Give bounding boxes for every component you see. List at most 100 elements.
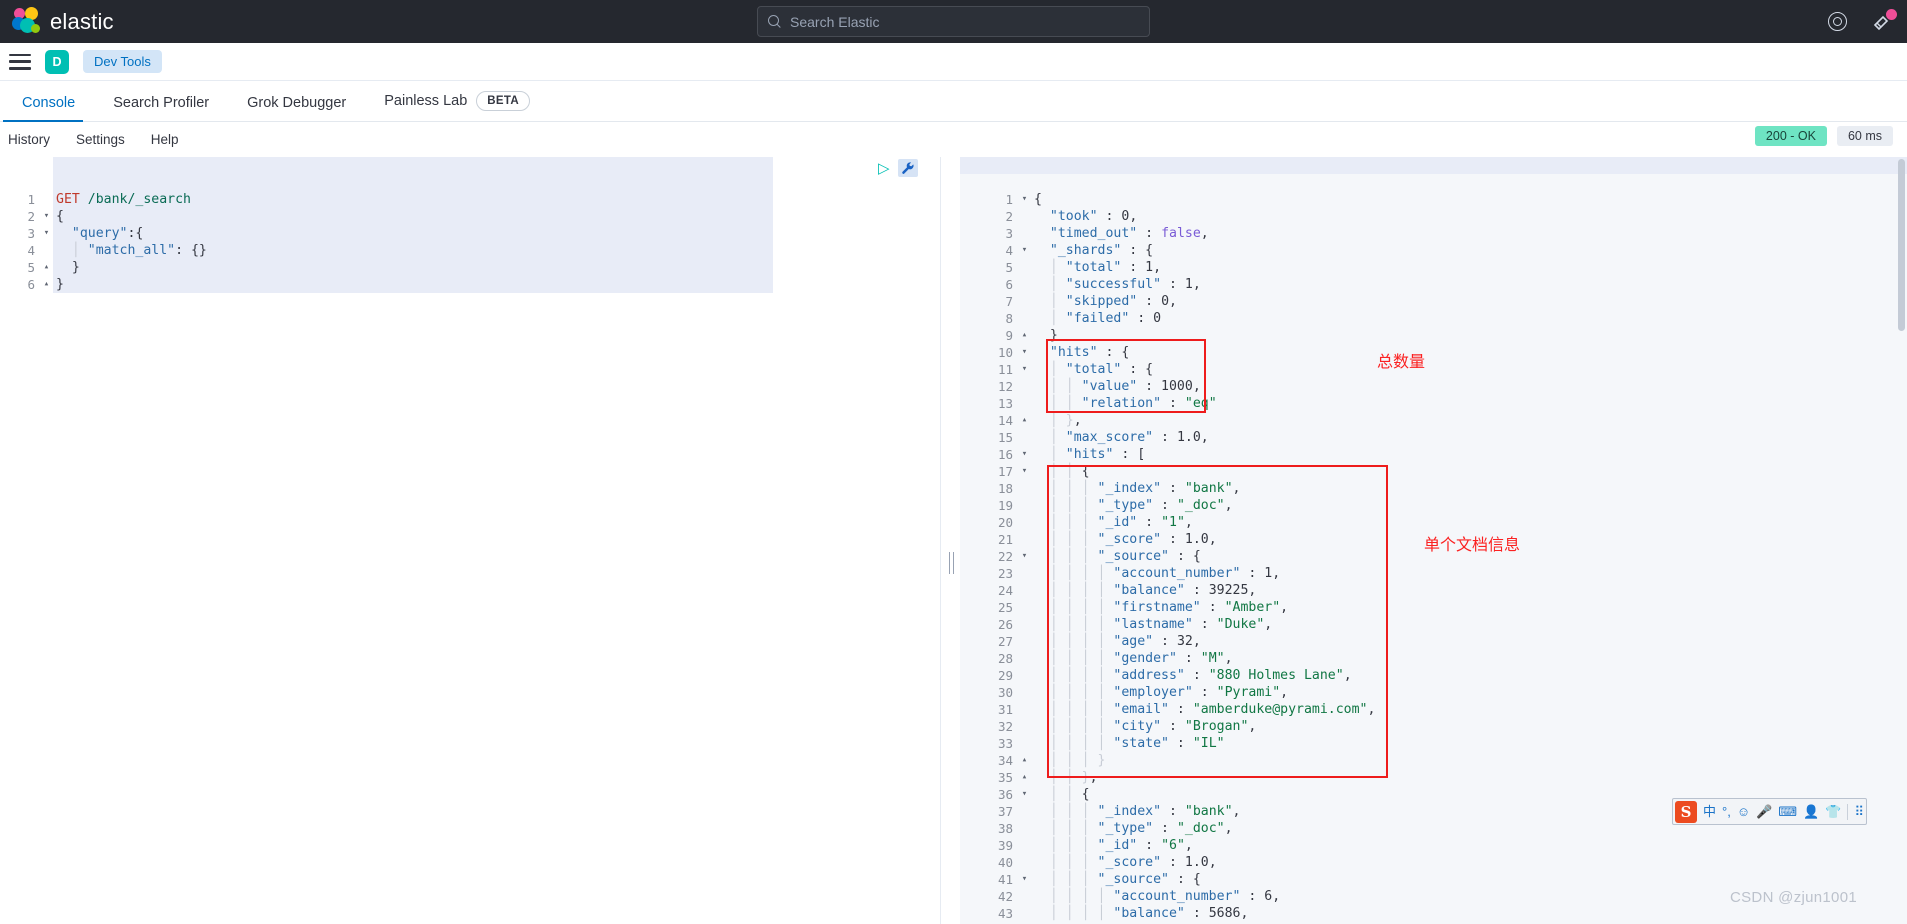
elastic-brand[interactable]: elastic xyxy=(12,7,114,36)
wrench-actions-icon[interactable] xyxy=(897,159,918,177)
space-avatar[interactable]: D xyxy=(45,49,69,74)
tab-grok-debugger[interactable]: Grok Debugger xyxy=(228,95,365,121)
code-line: 19 │ │ │ "_type" : "_doc", xyxy=(960,497,1907,514)
code-line-text: │ │ │ │ "gender" : "M", xyxy=(1034,651,1233,666)
ime-user-account-icon[interactable]: 👤 xyxy=(1803,805,1819,818)
code-line: 31 │ │ │ │ "email" : "amberduke@pyrami.c… xyxy=(960,701,1907,718)
response-line-number: 6 xyxy=(1005,277,1013,292)
sogou-logo-icon[interactable]: S xyxy=(1675,800,1697,823)
code-line: 9 ▴ } xyxy=(960,327,1907,344)
code-line-text: │ "match_all": {} xyxy=(56,243,207,258)
code-line-text: │ │ │ "_source" : { xyxy=(1034,872,1201,887)
ime-punctuation-icon[interactable]: °, xyxy=(1722,805,1731,818)
tab-console[interactable]: Console xyxy=(3,95,94,122)
tab-console-label: Console xyxy=(22,95,76,111)
code-fold-toggle-icon[interactable]: ▾ xyxy=(1018,548,1031,565)
code-line-text: │ │ │ "_score" : 1.0, xyxy=(1034,532,1217,547)
code-fold-toggle-icon[interactable]: ▾ xyxy=(1018,242,1031,259)
history-link[interactable]: History xyxy=(8,132,50,147)
code-line-text: } xyxy=(56,277,64,292)
ime-voice-input-icon[interactable]: 🎤 xyxy=(1756,805,1772,818)
code-fold-toggle-icon[interactable]: ▾ xyxy=(1018,786,1031,803)
code-line-text: │ "total" : { xyxy=(1034,362,1154,377)
response-line-number: 30 xyxy=(997,685,1013,700)
code-line-text: "query":{ xyxy=(71,226,144,241)
tab-search-profiler[interactable]: Search Profiler xyxy=(94,95,228,121)
response-line-number: 39 xyxy=(997,838,1013,853)
code-line: 4 ▾ "_shards" : { xyxy=(960,242,1907,259)
code-fold-toggle-icon[interactable]: ▾ xyxy=(1018,361,1031,378)
code-line: 42 │ │ │ │ "account_number" : 6, xyxy=(960,888,1907,905)
settings-link[interactable]: Settings xyxy=(76,132,125,147)
code-line: 16 ▾ │ "hits" : [ xyxy=(960,446,1907,463)
response-line-number: 27 xyxy=(997,634,1013,649)
response-line-number: 2 xyxy=(1005,209,1013,224)
response-line-number: 15 xyxy=(997,430,1013,445)
response-line-number: 19 xyxy=(997,498,1013,513)
code-fold-toggle-icon[interactable]: ▴ xyxy=(1018,327,1031,344)
response-line-number: 35 xyxy=(997,770,1013,785)
response-scrollbar-thumb[interactable] xyxy=(1898,159,1905,331)
notification-badge xyxy=(1886,9,1897,20)
code-fold-toggle-icon[interactable]: ▾ xyxy=(1018,463,1031,480)
response-line-number: 5 xyxy=(1005,260,1013,275)
code-fold-toggle-icon[interactable]: ▾ xyxy=(1018,191,1031,208)
code-line-text: │ }, xyxy=(1034,413,1082,428)
code-fold-toggle-icon[interactable]: ▾ xyxy=(40,225,53,242)
request-line-number: 3 xyxy=(27,226,35,241)
code-line-text: │ │ │ │ "employer" : "Pyrami", xyxy=(1034,685,1289,700)
request-line-number: 4 xyxy=(27,243,35,258)
tab-grok-debugger-label: Grok Debugger xyxy=(247,95,347,111)
ime-skin-icon[interactable]: 👕 xyxy=(1825,805,1841,818)
response-line-number: 32 xyxy=(997,719,1013,734)
ime-soft-keyboard-icon[interactable]: ⌨ xyxy=(1778,805,1797,818)
ime-emoji-icon[interactable]: ☺ xyxy=(1737,805,1750,818)
code-line-text: "timed_out" : false, xyxy=(1049,226,1209,241)
code-line-text: { xyxy=(1034,192,1042,207)
lifebuoy-help-icon[interactable] xyxy=(1827,11,1848,32)
code-line: 6 ▴} xyxy=(0,276,940,293)
help-link[interactable]: Help xyxy=(151,132,179,147)
response-line-number: 37 xyxy=(997,804,1013,819)
tab-painless-lab[interactable]: Painless Lab BETA xyxy=(365,91,549,121)
global-search-input[interactable]: Search Elastic xyxy=(757,6,1150,37)
response-line-number: 22 xyxy=(997,549,1013,564)
request-editor-code[interactable]: 1 GET /bank/_search 2 ▾{3 ▾ "query":{4 │ "ma… xyxy=(0,157,940,327)
code-fold-toggle-icon[interactable]: ▴ xyxy=(1018,769,1031,786)
hamburger-menu-icon[interactable] xyxy=(9,53,31,70)
ime-language-mode-icon[interactable]: 中 xyxy=(1703,805,1716,818)
request-action-icons: ▷ xyxy=(878,159,918,177)
code-line-text: │ │ │ │ "state" : "IL" xyxy=(1034,736,1225,751)
play-run-request-icon[interactable]: ▷ xyxy=(878,161,890,176)
response-line-number: 4 xyxy=(1005,243,1013,258)
announcement-megaphone-icon[interactable] xyxy=(1872,9,1897,32)
code-fold-toggle-icon[interactable]: ▴ xyxy=(40,259,53,276)
response-line-number: 33 xyxy=(997,736,1013,751)
code-line: 15 │ "max_score" : 1.0, xyxy=(960,429,1907,446)
code-line: 10 ▾ "hits" : { xyxy=(960,344,1907,361)
code-fold-toggle-icon[interactable]: ▴ xyxy=(40,276,53,293)
code-fold-toggle-icon[interactable]: ▾ xyxy=(1018,344,1031,361)
code-line: 28 │ │ │ │ "gender" : "M", xyxy=(960,650,1907,667)
response-line-number: 11 xyxy=(997,362,1013,377)
status-badge-duration: 60 ms xyxy=(1836,126,1893,146)
code-line: 6 │ "successful" : 1, xyxy=(960,276,1907,293)
ime-more-tools-icon[interactable]: ⠿ xyxy=(1854,805,1864,818)
code-line: 13 │ │ "relation" : "eq" xyxy=(960,395,1907,412)
app-badge-dev-tools[interactable]: Dev Tools xyxy=(83,50,162,73)
response-line-number: 8 xyxy=(1005,311,1013,326)
code-fold-toggle-icon[interactable]: ▾ xyxy=(1018,871,1031,888)
tab-painless-lab-label: Painless Lab xyxy=(384,93,468,109)
code-fold-toggle-icon[interactable]: ▾ xyxy=(40,208,53,225)
request-editor-pane[interactable]: 1 GET /bank/_search 2 ▾{3 ▾ "query":{4 │ "ma… xyxy=(0,157,941,924)
response-line-number: 1 xyxy=(1005,192,1013,207)
response-line-number: 36 xyxy=(997,787,1013,802)
sogou-ime-toolbar: S 中 °, ☺ 🎤 ⌨ 👤 👕 ⠿ xyxy=(1672,798,1867,825)
code-fold-toggle-icon[interactable]: ▾ xyxy=(1018,446,1031,463)
code-line-text: "_shards" : { xyxy=(1049,243,1154,258)
pane-splitter-handle[interactable] xyxy=(941,157,960,924)
code-fold-toggle-icon[interactable]: ▴ xyxy=(1018,412,1031,429)
search-icon xyxy=(768,15,781,28)
response-line-number: 38 xyxy=(997,821,1013,836)
code-fold-toggle-icon[interactable]: ▴ xyxy=(1018,752,1031,769)
